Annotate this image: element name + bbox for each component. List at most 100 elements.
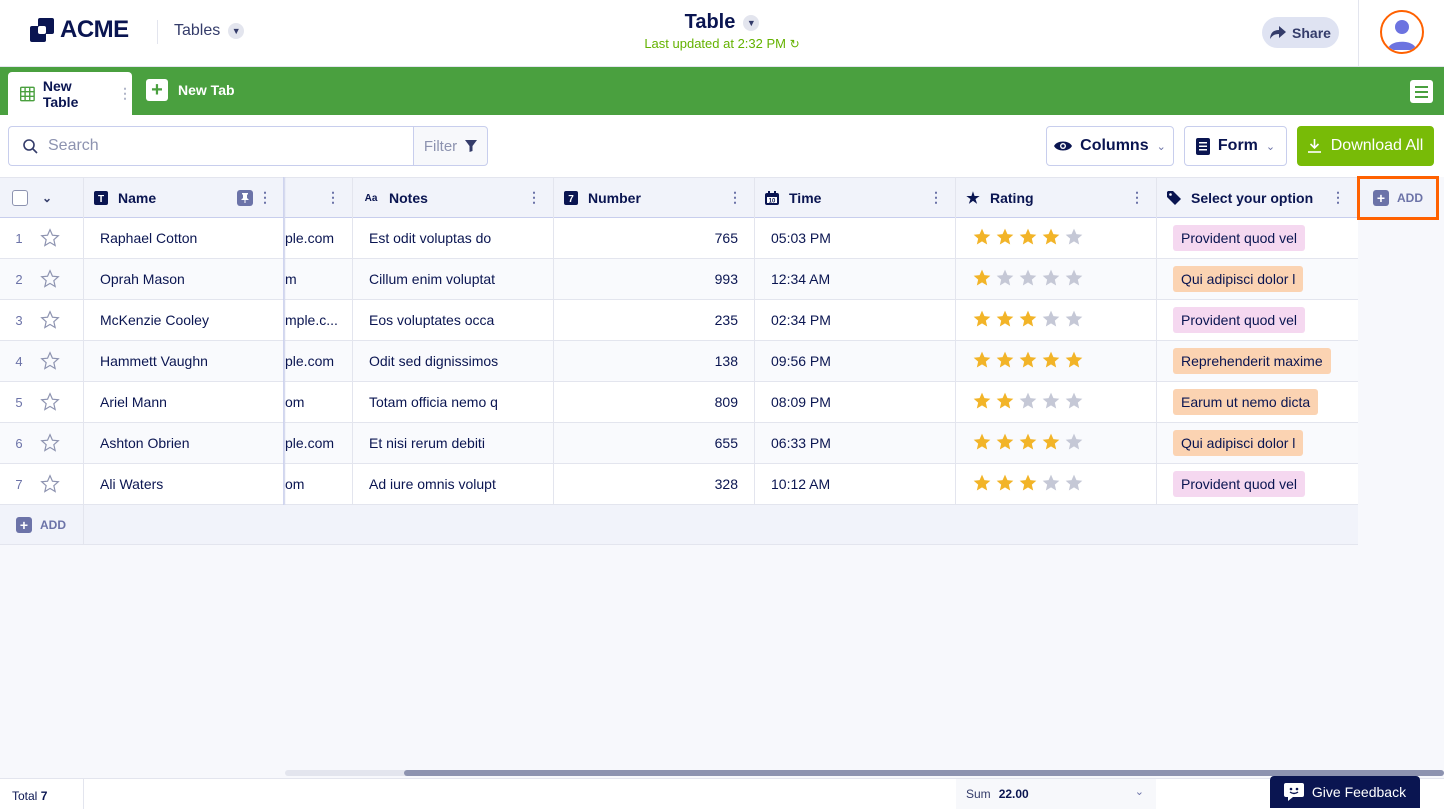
form-button[interactable]: Form ⌄ [1184,126,1287,166]
chevron-down-icon[interactable]: ⌄ [42,191,52,205]
pin-icon[interactable] [237,190,253,206]
favorite-star-icon[interactable] [38,341,84,381]
column-header-number[interactable]: 7 Number ⋮ [554,178,755,218]
star-rating[interactable] [972,350,1084,373]
cell-rating[interactable] [956,259,1157,299]
add-column-button[interactable]: + ADD [1357,176,1439,220]
favorite-star-icon[interactable] [38,300,84,340]
favorite-star-icon[interactable] [38,423,84,463]
favorite-star-icon[interactable] [38,259,84,299]
table-row[interactable]: 6 Ashton Obrien ple.com Et nisi rerum debit… [0,423,1358,464]
cell-email[interactable]: ple.com [285,341,353,381]
cell-rating[interactable] [956,382,1157,422]
column-header-rating[interactable]: ★ Rating ⋮ [956,178,1157,218]
star-empty-icon[interactable] [1041,473,1061,496]
star-empty-icon[interactable] [1041,268,1061,291]
star-filled-icon[interactable] [995,309,1015,332]
cell-select-option[interactable]: Reprehenderit maxime [1157,341,1358,381]
cell-number[interactable]: 809 [554,382,755,422]
cell-notes[interactable]: Totam officia nemo q [353,382,554,422]
filter-button[interactable]: Filter [413,126,488,166]
cell-select-option[interactable]: Provident quod vel [1157,218,1358,258]
cell-notes[interactable]: Et nisi rerum debiti [353,423,554,463]
table-row[interactable]: 5 Ariel Mann om Totam officia nemo q 809 08:0… [0,382,1358,423]
star-empty-icon[interactable] [995,268,1015,291]
star-filled-icon[interactable] [995,391,1015,414]
favorite-star-icon[interactable] [38,218,84,258]
cell-notes[interactable]: Ad iure omnis volupt [353,464,554,504]
star-filled-icon[interactable] [1064,350,1084,373]
star-empty-icon[interactable] [1041,391,1061,414]
menu-button[interactable] [1410,80,1433,103]
cell-number[interactable]: 235 [554,300,755,340]
star-rating[interactable] [972,227,1084,250]
table-row[interactable]: 2 Oprah Mason m Cillum enim voluptat 993 12:3… [0,259,1358,300]
favorite-star-icon[interactable] [38,382,84,422]
avatar[interactable] [1380,10,1424,54]
column-menu-icon[interactable]: ⋮ [728,190,742,204]
star-filled-icon[interactable] [972,432,992,455]
star-empty-icon[interactable] [1064,473,1084,496]
column-header-name[interactable]: T Name ⋮ [84,178,285,218]
star-rating[interactable] [972,432,1084,455]
column-header-notes[interactable]: Aa Notes ⋮ [353,178,554,218]
star-empty-icon[interactable] [1064,432,1084,455]
cell-rating[interactable] [956,423,1157,463]
star-filled-icon[interactable] [1018,350,1038,373]
table-row[interactable]: 3 McKenzie Cooley mple.c... Eos voluptates … [0,300,1358,341]
cell-number[interactable]: 328 [554,464,755,504]
column-menu-icon[interactable]: ⋮ [1331,190,1345,204]
share-button[interactable]: Share [1262,17,1339,48]
column-header-time[interactable]: 10 Time ⋮ [755,178,956,218]
cell-email[interactable]: mple.c... [285,300,353,340]
cell-rating[interactable] [956,464,1157,504]
cell-time[interactable]: 12:34 AM [755,259,956,299]
star-filled-icon[interactable] [995,227,1015,250]
star-filled-icon[interactable] [1041,432,1061,455]
more-vertical-icon[interactable]: ⋮ [118,85,132,102]
star-empty-icon[interactable] [1018,268,1038,291]
cell-time[interactable]: 08:09 PM [755,382,956,422]
cell-notes[interactable]: Eos voluptates occa [353,300,554,340]
cell-time[interactable]: 02:34 PM [755,300,956,340]
cell-number[interactable]: 765 [554,218,755,258]
star-filled-icon[interactable] [972,473,992,496]
star-filled-icon[interactable] [972,309,992,332]
star-filled-icon[interactable] [995,473,1015,496]
columns-button[interactable]: Columns ⌄ [1046,126,1174,166]
cell-name[interactable]: Raphael Cotton [84,218,285,258]
column-header-email[interactable]: ⋮ [285,178,353,218]
cell-time[interactable]: 06:33 PM [755,423,956,463]
cell-number[interactable]: 993 [554,259,755,299]
column-menu-icon[interactable]: ⋮ [929,190,943,204]
star-filled-icon[interactable] [1018,227,1038,250]
cell-time[interactable]: 09:56 PM [755,341,956,381]
cell-time[interactable]: 10:12 AM [755,464,956,504]
favorite-star-icon[interactable] [38,464,84,504]
cell-select-option[interactable]: Provident quod vel [1157,300,1358,340]
star-rating[interactable] [972,268,1084,291]
star-empty-icon[interactable] [1018,391,1038,414]
cell-name[interactable]: McKenzie Cooley [84,300,285,340]
star-filled-icon[interactable] [1041,350,1061,373]
cell-rating[interactable] [956,341,1157,381]
cell-rating[interactable] [956,300,1157,340]
cell-select-option[interactable]: Earum ut nemo dicta [1157,382,1358,422]
cell-email[interactable]: ple.com [285,423,353,463]
cell-select-option[interactable]: Provident quod vel [1157,464,1358,504]
table-title-dropdown[interactable]: Table ▼ [685,11,760,34]
table-row[interactable]: 4 Hammett Vaughn ple.com Odit sed dignissim… [0,341,1358,382]
search-input[interactable] [48,137,388,155]
table-row[interactable]: 1 Raphael Cotton ple.com Est odit voluptas … [0,218,1358,259]
star-rating[interactable] [972,309,1084,332]
cell-email[interactable]: om [285,382,353,422]
give-feedback-button[interactable]: Give Feedback [1270,776,1420,808]
star-filled-icon[interactable] [1018,309,1038,332]
select-all-checkbox[interactable] [12,190,28,206]
star-empty-icon[interactable] [1041,309,1061,332]
add-row-button[interactable]: + ADD [16,517,66,533]
star-rating[interactable] [972,473,1084,496]
cell-notes[interactable]: Odit sed dignissimos [353,341,554,381]
star-filled-icon[interactable] [995,350,1015,373]
cell-time[interactable]: 05:03 PM [755,218,956,258]
